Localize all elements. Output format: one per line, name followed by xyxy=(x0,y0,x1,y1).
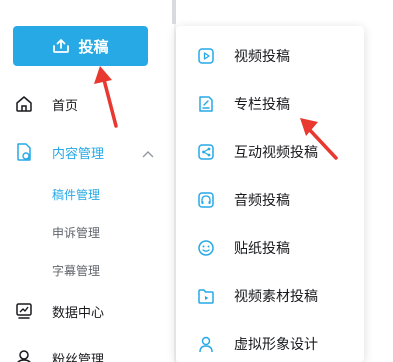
video-upload-icon xyxy=(196,46,216,66)
video-material-icon xyxy=(196,286,216,306)
sidebar-item-data[interactable]: 数据中心 xyxy=(0,297,174,325)
menu-item-avatar-design[interactable]: 虚拟形象设计 xyxy=(176,328,364,360)
sidebar-item-label: 首页 xyxy=(52,98,79,114)
home-icon xyxy=(14,94,34,114)
sidebar-item-home[interactable]: 首页 xyxy=(0,90,174,118)
sidebar-subitem-subtitles[interactable]: 字幕管理 xyxy=(52,262,100,279)
interactive-video-icon xyxy=(196,142,216,162)
menu-item-label: 视频投稿 xyxy=(234,49,290,65)
sidebar-item-fans[interactable]: 粉丝管理 xyxy=(0,344,174,362)
sidebar-item-label: 粉丝管理 xyxy=(52,352,105,362)
sidebar-item-label: 内容管理 xyxy=(52,146,105,162)
sidebar-subitem-manuscripts[interactable]: 稿件管理 xyxy=(52,186,100,203)
menu-item-label: 虚拟形象设计 xyxy=(234,337,318,353)
avatar-design-icon xyxy=(196,334,216,354)
menu-item-video-material[interactable]: 视频素材投稿 xyxy=(176,280,364,312)
menu-item-label: 音频投稿 xyxy=(234,193,290,209)
sticker-upload-icon xyxy=(196,238,216,258)
menu-item-interactive-video[interactable]: 互动视频投稿 xyxy=(176,136,364,168)
chart-icon xyxy=(14,301,34,321)
content-manage-icon xyxy=(14,142,34,162)
menu-item-article-upload[interactable]: 专栏投稿 xyxy=(176,88,364,120)
menu-item-video-upload[interactable]: 视频投稿 xyxy=(176,40,364,72)
sidebar-item-content[interactable]: 内容管理 xyxy=(0,138,174,166)
chevron-up-icon[interactable] xyxy=(142,147,154,162)
menu-item-label: 贴纸投稿 xyxy=(234,241,290,257)
sidebar-item-label: 数据中心 xyxy=(52,305,105,321)
sidebar-subitem-appeals[interactable]: 申诉管理 xyxy=(52,224,100,241)
menu-item-audio-upload[interactable]: 音频投稿 xyxy=(176,184,364,216)
upload-icon xyxy=(52,38,70,54)
upload-button[interactable]: 投稿 xyxy=(13,26,148,66)
menu-item-sticker-upload[interactable]: 贴纸投稿 xyxy=(176,232,364,264)
menu-item-label: 互动视频投稿 xyxy=(234,145,318,161)
upload-button-label: 投稿 xyxy=(78,37,109,56)
upload-dropdown-menu: 视频投稿 专栏投稿 互动视频投稿 音频投稿 贴纸投稿 视频素材投稿 虚拟形象设计 xyxy=(176,26,364,362)
sidebar: 投稿 首页 内容管理 稿件管理 申诉管理 字幕管理 数据中心 粉丝管理 xyxy=(0,0,174,362)
article-upload-icon xyxy=(196,94,216,114)
audio-upload-icon xyxy=(196,190,216,210)
menu-item-label: 视频素材投稿 xyxy=(234,289,318,305)
menu-item-label: 专栏投稿 xyxy=(234,97,290,113)
user-icon xyxy=(14,348,34,362)
